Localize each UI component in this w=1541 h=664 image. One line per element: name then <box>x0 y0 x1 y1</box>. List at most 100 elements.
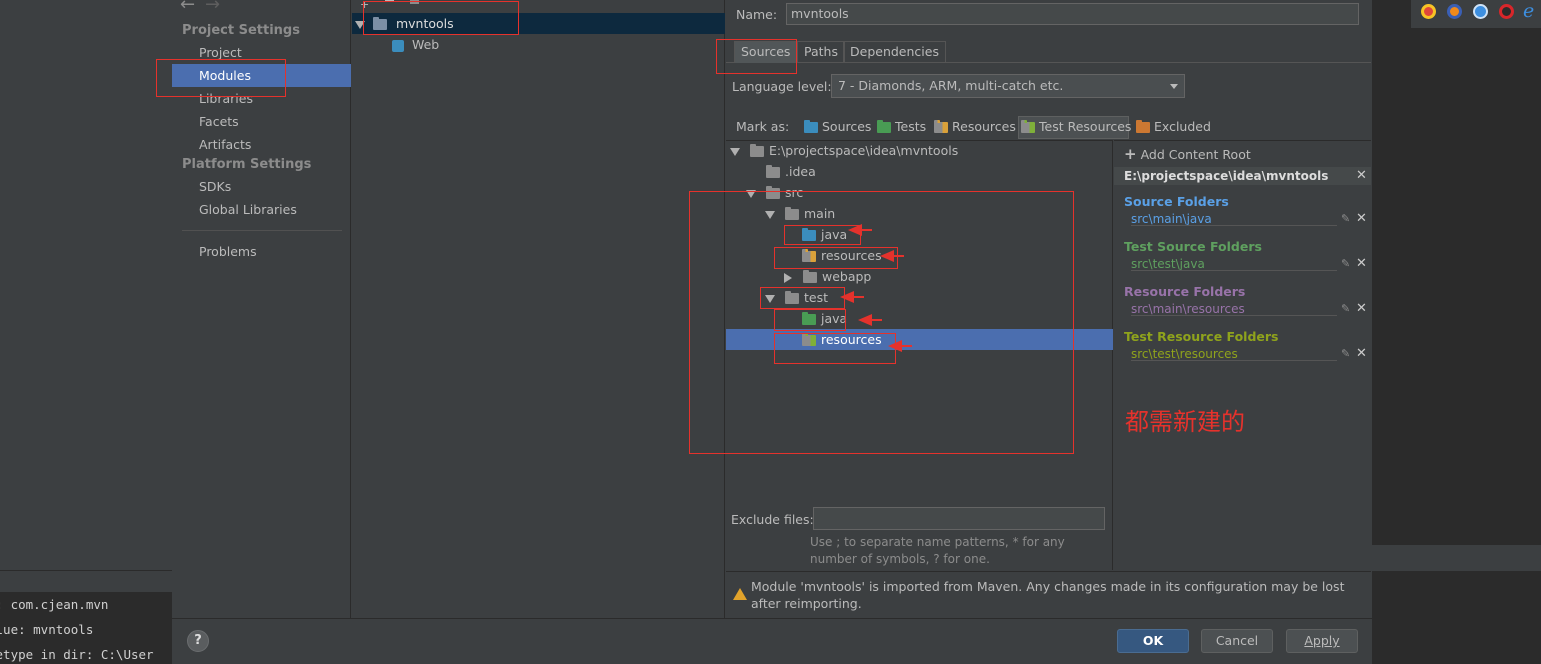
tests-folder-icon <box>877 120 891 133</box>
divider <box>1131 270 1337 271</box>
remove-content-root-icon[interactable]: ✕ <box>1356 168 1367 183</box>
language-level-label: Language level: <box>732 79 832 94</box>
ie-icon[interactable]: e <box>1523 0 1534 22</box>
resource-folders-heading: Resource Folders <box>1124 284 1246 299</box>
folder-icon <box>766 165 780 178</box>
edit-icon[interactable]: ✎ <box>1341 302 1350 315</box>
test-resource-folder-path: src\test\resources <box>1131 347 1238 361</box>
annotation-box <box>716 39 797 74</box>
annotation-text: 都需新建的 <box>1125 408 1245 436</box>
maven-import-warning: Module 'mvntools' is imported from Maven… <box>751 579 1345 611</box>
add-content-root-label: Add Content Root <box>1140 147 1251 162</box>
remove-icon[interactable]: ✕ <box>1356 346 1367 361</box>
divider <box>1131 360 1337 361</box>
console-output: e: com.cjean.mvn alue: mvntools hetype i… <box>0 592 172 664</box>
folder-icon <box>749 144 764 157</box>
ok-button[interactable]: OK <box>1117 629 1189 653</box>
apply-button[interactable]: Apply <box>1286 629 1358 653</box>
mark-tests-button[interactable]: Tests <box>877 117 926 138</box>
mark-sources-label: Sources <box>822 119 872 134</box>
module-name-input[interactable]: mvntools <box>786 3 1359 25</box>
expand-icon[interactable] <box>730 147 740 156</box>
annotation-box <box>156 59 286 97</box>
chrome-icon[interactable] <box>1421 4 1436 19</box>
console-line: e: com.cjean.mvn <box>0 597 109 612</box>
tab-dependencies[interactable]: Dependencies <box>843 41 946 63</box>
exclude-files-label: Exclude files: <box>731 512 814 527</box>
annotation-box <box>774 309 846 331</box>
annotation-arrow <box>840 291 864 303</box>
edit-icon[interactable]: ✎ <box>1341 257 1350 270</box>
firefox-icon[interactable] <box>1447 4 1462 19</box>
annotation-box <box>363 1 519 35</box>
tree-item-root[interactable]: E:\projectspace\idea\mvntools <box>730 143 958 158</box>
facet-name: Web <box>411 37 440 52</box>
safari-icon[interactable] <box>1473 4 1488 19</box>
console-line: alue: mvntools <box>0 622 94 637</box>
forward-arrow-icon[interactable]: → <box>205 0 220 15</box>
edit-icon[interactable]: ✎ <box>1341 347 1350 360</box>
nav-item-project[interactable]: Project <box>199 45 242 60</box>
source-folders-heading: Source Folders <box>1124 194 1229 209</box>
excluded-folder-icon <box>1136 120 1150 133</box>
opera-icon[interactable] <box>1499 4 1514 19</box>
mark-excluded-button[interactable]: Excluded <box>1136 117 1211 138</box>
annotation-box <box>689 191 1074 454</box>
cancel-button[interactable]: Cancel <box>1201 629 1273 653</box>
nav-item-problems[interactable]: Problems <box>199 244 257 259</box>
modules-tree-pane <box>352 0 725 618</box>
tree-item-idea[interactable]: .idea <box>766 164 816 179</box>
language-level-value: 7 - Diamonds, ARM, multi-catch etc. <box>838 78 1064 93</box>
annotation-arrow <box>858 314 882 326</box>
mark-sources-button[interactable]: Sources <box>804 117 871 138</box>
remove-icon[interactable]: ✕ <box>1356 256 1367 271</box>
mark-excluded-label: Excluded <box>1154 119 1211 134</box>
plus-icon: + <box>1124 145 1137 163</box>
tree-item-label: E:\projectspace\idea\mvntools <box>768 143 959 158</box>
test-source-folders-heading: Test Source Folders <box>1124 239 1262 254</box>
resources-folder-icon <box>934 120 948 133</box>
source-folder-path: src\main\java <box>1131 212 1212 226</box>
name-label: Name: <box>736 7 778 22</box>
editor-background <box>0 0 172 664</box>
annotation-box <box>774 333 896 364</box>
remove-icon[interactable]: ✕ <box>1356 211 1367 226</box>
add-content-root-button[interactable]: + Add Content Root <box>1124 145 1251 163</box>
status-band <box>1372 545 1541 571</box>
chevron-down-icon <box>1170 84 1178 89</box>
nav-divider <box>182 230 342 231</box>
test-resources-folder-icon <box>1021 120 1035 133</box>
help-button[interactable]: ? <box>187 630 209 652</box>
sources-folder-icon <box>804 120 818 133</box>
platform-settings-heading: Platform Settings <box>182 157 312 172</box>
divider <box>0 570 172 571</box>
remove-icon[interactable]: ✕ <box>1356 301 1367 316</box>
divider <box>1131 225 1337 226</box>
mark-test-resources-label: Test Resources <box>1039 119 1132 134</box>
back-arrow-icon[interactable]: ← <box>180 0 195 15</box>
annotation-arrow <box>888 340 912 352</box>
web-facet-icon <box>392 39 404 52</box>
edit-icon[interactable]: ✎ <box>1341 212 1350 225</box>
project-settings-heading: Project Settings <box>182 23 300 38</box>
module-item-web[interactable]: Web <box>392 37 439 52</box>
nav-item-global-libraries[interactable]: Global Libraries <box>199 202 297 217</box>
exclude-files-hint: Use ; to separate name patterns, * for a… <box>810 535 1065 566</box>
tab-paths[interactable]: Paths <box>797 41 845 63</box>
mark-test-resources-button[interactable]: Test Resources <box>1021 117 1131 138</box>
mark-resources-button[interactable]: Resources <box>934 117 1016 138</box>
nav-item-facets[interactable]: Facets <box>199 114 239 129</box>
annotation-arrow <box>880 250 904 262</box>
console-line: hetype in dir: C:\User <box>0 647 154 662</box>
mark-resources-label: Resources <box>952 119 1016 134</box>
nav-item-sdks[interactable]: SDKs <box>199 179 231 194</box>
dialog-button-bar <box>172 618 1372 664</box>
exclude-files-input[interactable] <box>813 507 1105 530</box>
annotation-box <box>760 287 845 309</box>
annotation-arrow <box>848 224 872 236</box>
language-level-select[interactable]: 7 - Diamonds, ARM, multi-catch etc. <box>831 74 1185 98</box>
tree-item-label: .idea <box>785 164 816 179</box>
divider <box>1131 315 1337 316</box>
content-root-path: E:\projectspace\idea\mvntools <box>1124 169 1329 183</box>
nav-item-artifacts[interactable]: Artifacts <box>199 137 251 152</box>
